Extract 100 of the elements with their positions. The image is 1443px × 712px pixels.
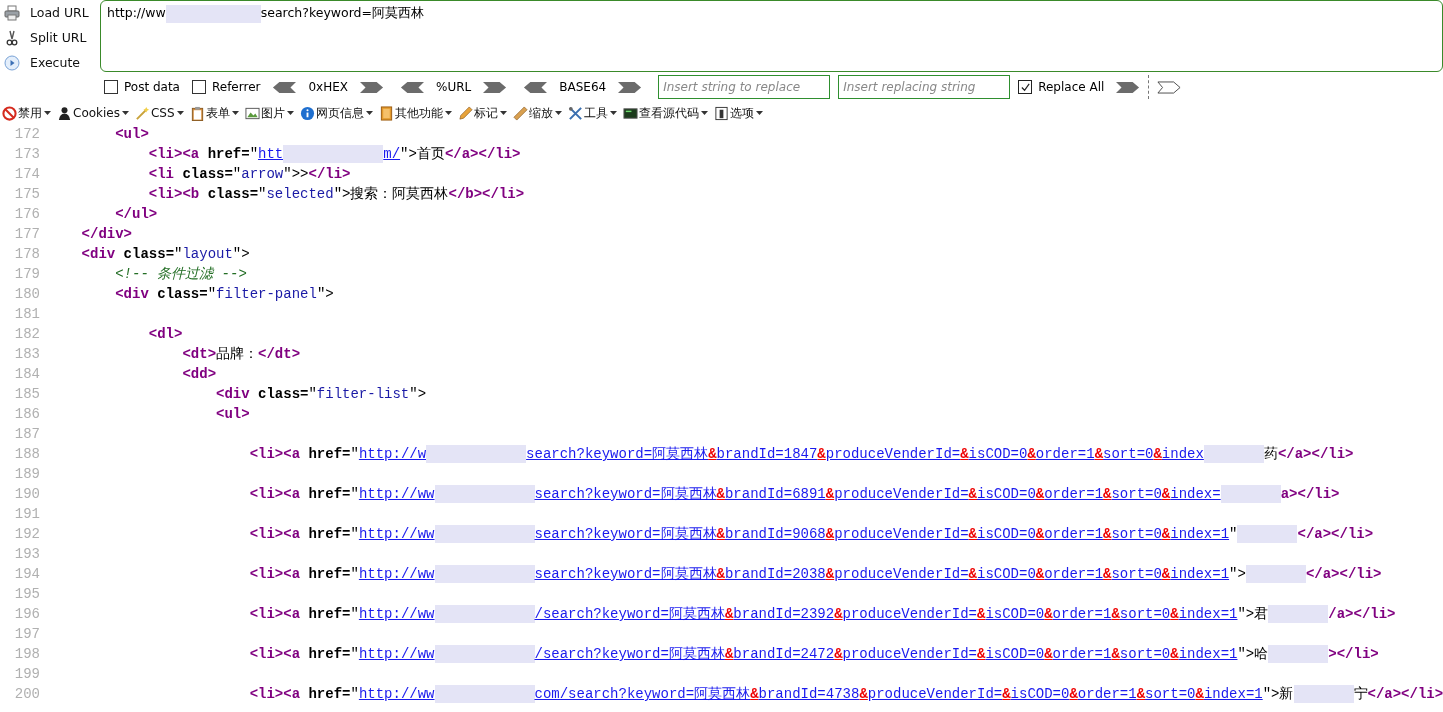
- action-button[interactable]: Split URL: [0, 25, 100, 50]
- checkbox[interactable]: Post data: [104, 80, 180, 94]
- replace-field[interactable]: Insert string to replace: [658, 75, 831, 99]
- link-text[interactable]: brandId=9068: [724, 524, 826, 544]
- code-text: 宁: [1353, 685, 1368, 704]
- window-icon: [713, 105, 729, 121]
- link-text[interactable]: http://ww: [358, 564, 435, 584]
- link-text[interactable]: order=1: [1077, 684, 1137, 704]
- link-text[interactable]: brandId=4738: [758, 684, 860, 704]
- link-text[interactable]: sort=0: [1145, 684, 1196, 704]
- link-text[interactable]: http://ww: [358, 604, 435, 624]
- toolbar-menu[interactable]: 选项: [711, 104, 765, 122]
- link-text[interactable]: order=1: [1044, 564, 1104, 584]
- code-text: ": [350, 445, 359, 464]
- link-text[interactable]: search?keyword=阿莫西林: [534, 564, 717, 584]
- link-text[interactable]: brandId=2472: [733, 644, 835, 664]
- left-chevron-icon[interactable]: [272, 80, 297, 94]
- link-text[interactable]: brandId=2392: [733, 604, 835, 624]
- toolbar-menu[interactable]: 缩放: [510, 104, 564, 122]
- info-icon: [299, 105, 315, 121]
- toolbar-menu[interactable]: 网页信息: [297, 104, 375, 122]
- link-text[interactable]: http://ww: [358, 684, 435, 704]
- checkbox-box[interactable]: [104, 80, 118, 94]
- right-chevron-icon[interactable]: [1116, 80, 1141, 94]
- link-text[interactable]: http://ww: [358, 484, 435, 504]
- toolbar-menu[interactable]: 禁用: [0, 104, 53, 122]
- code-text: ": [350, 565, 359, 584]
- link-text[interactable]: index=: [1170, 484, 1221, 504]
- link-text[interactable]: htt: [258, 144, 284, 164]
- link-text[interactable]: sort=0: [1119, 644, 1171, 664]
- link-text[interactable]: produceVenderId=: [834, 524, 969, 544]
- toolbar-menu[interactable]: 标记: [455, 104, 509, 122]
- link-text[interactable]: http://ww: [358, 644, 435, 664]
- toolbar-menu[interactable]: 查看源代码: [620, 104, 710, 122]
- link-text[interactable]: http://ww: [358, 524, 435, 544]
- link-text[interactable]: brandId=6891: [724, 484, 826, 504]
- link-text[interactable]: order=1: [1052, 604, 1112, 624]
- toolbar-menu[interactable]: 图片: [242, 104, 296, 122]
- toolbar-menu[interactable]: CSS: [133, 105, 186, 121]
- ampersand-text: &: [1035, 565, 1045, 584]
- link-text[interactable]: order=1: [1052, 644, 1112, 664]
- link-text[interactable]: /search?keyword=阿莫西林: [534, 644, 725, 664]
- link-text[interactable]: search?keyword=阿莫西林: [534, 484, 717, 504]
- link-text[interactable]: produceVenderId=: [834, 564, 969, 584]
- right-chevron-icon[interactable]: [483, 80, 508, 94]
- link-text[interactable]: sort=0: [1111, 524, 1162, 544]
- link-text[interactable]: index=1: [1178, 644, 1238, 664]
- link-text[interactable]: produceVenderId=: [867, 684, 1003, 704]
- link-text[interactable]: http://w: [358, 444, 427, 464]
- link-text[interactable]: index=1: [1170, 524, 1230, 544]
- link-text[interactable]: produceVenderId=: [825, 444, 961, 464]
- link-text[interactable]: index=1: [1203, 684, 1263, 704]
- link-text[interactable]: brandId=1847: [716, 444, 818, 464]
- left-chevron-icon[interactable]: [523, 80, 548, 94]
- link-text[interactable]: order=1: [1035, 444, 1095, 464]
- checkbox-box[interactable]: [1018, 80, 1033, 94]
- link-text[interactable]: isCOD=0: [985, 604, 1045, 624]
- link-text[interactable]: isCOD=0: [977, 484, 1036, 504]
- link-text[interactable]: sort=0: [1111, 484, 1162, 504]
- link-text[interactable]: sort=0: [1111, 564, 1162, 584]
- link-text[interactable]: index=1: [1178, 604, 1238, 624]
- link-text[interactable]: isCOD=0: [985, 644, 1045, 664]
- link-text[interactable]: isCOD=0: [977, 524, 1036, 544]
- link-text[interactable]: brandId=2038: [724, 564, 826, 584]
- action-button[interactable]: Execute: [0, 50, 100, 75]
- ampersand-text: &: [834, 605, 843, 624]
- outline-chevron-icon[interactable]: [1157, 80, 1182, 94]
- replace-field[interactable]: Insert replacing string: [838, 75, 1011, 99]
- tag-text: </a></li>: [1297, 525, 1374, 544]
- link-text[interactable]: com/search?keyword=阿莫西林: [534, 684, 751, 704]
- link-text[interactable]: /search?keyword=阿莫西林: [534, 604, 725, 624]
- url-field[interactable]: http://ww search?keyword=阿莫西林: [100, 0, 1443, 72]
- checkbox[interactable]: Referrer: [191, 80, 261, 94]
- link-text[interactable]: order=1: [1044, 484, 1104, 504]
- link-text[interactable]: isCOD=0: [977, 564, 1036, 584]
- line-number: 200: [13, 685, 40, 704]
- link-text[interactable]: isCOD=0: [968, 444, 1028, 464]
- link-text[interactable]: index=1: [1170, 564, 1230, 584]
- right-chevron-icon[interactable]: [360, 80, 384, 94]
- checkbox-box[interactable]: [191, 80, 206, 94]
- left-chevron-icon[interactable]: [400, 80, 424, 94]
- link-text[interactable]: isCOD=0: [1010, 684, 1070, 704]
- ampersand-text: &: [825, 525, 835, 544]
- link-text[interactable]: produceVenderId=: [834, 484, 969, 504]
- link-text[interactable]: m/: [383, 144, 401, 164]
- link-text[interactable]: order=1: [1044, 524, 1104, 544]
- toolbar-menu[interactable]: 表单: [187, 104, 241, 122]
- right-chevron-icon[interactable]: [618, 80, 643, 94]
- action-button[interactable]: Load URL: [0, 0, 100, 25]
- link-text[interactable]: sort=0: [1103, 444, 1154, 464]
- link-text[interactable]: index: [1161, 444, 1204, 464]
- link-text[interactable]: produceVenderId=: [842, 644, 977, 664]
- toolbar-menu[interactable]: 其他功能: [376, 104, 454, 122]
- link-text[interactable]: sort=0: [1119, 604, 1171, 624]
- link-text[interactable]: search?keyword=阿莫西林: [526, 444, 709, 464]
- link-text[interactable]: search?keyword=阿莫西林: [534, 524, 717, 544]
- toolbar-menu[interactable]: 工具: [565, 104, 619, 122]
- link-text[interactable]: produceVenderId=: [842, 604, 977, 624]
- toolbar-menu[interactable]: Cookies: [55, 105, 131, 121]
- checkbox[interactable]: Replace All: [1018, 80, 1105, 94]
